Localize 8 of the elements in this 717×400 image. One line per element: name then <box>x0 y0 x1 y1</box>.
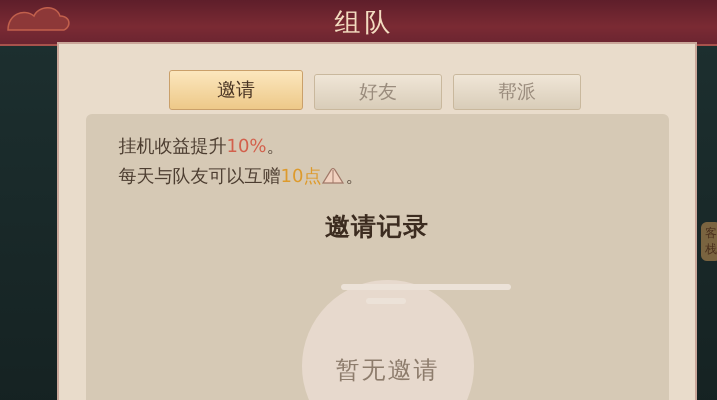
tab[interactable]: 邀请 <box>169 70 303 110</box>
window-title: 组队 <box>334 6 394 40</box>
info-text: 每天与队友可以互赠10点 。 <box>118 165 364 189</box>
info-text: 挂机收益提升10%。 <box>118 135 286 159</box>
tab[interactable]: 好友 <box>314 74 442 110</box>
section-title: 邀请记录 <box>325 211 429 243</box>
tab[interactable]: 帮派 <box>453 74 581 110</box>
empty-state-text: 暂无邀请 <box>334 355 440 386</box>
